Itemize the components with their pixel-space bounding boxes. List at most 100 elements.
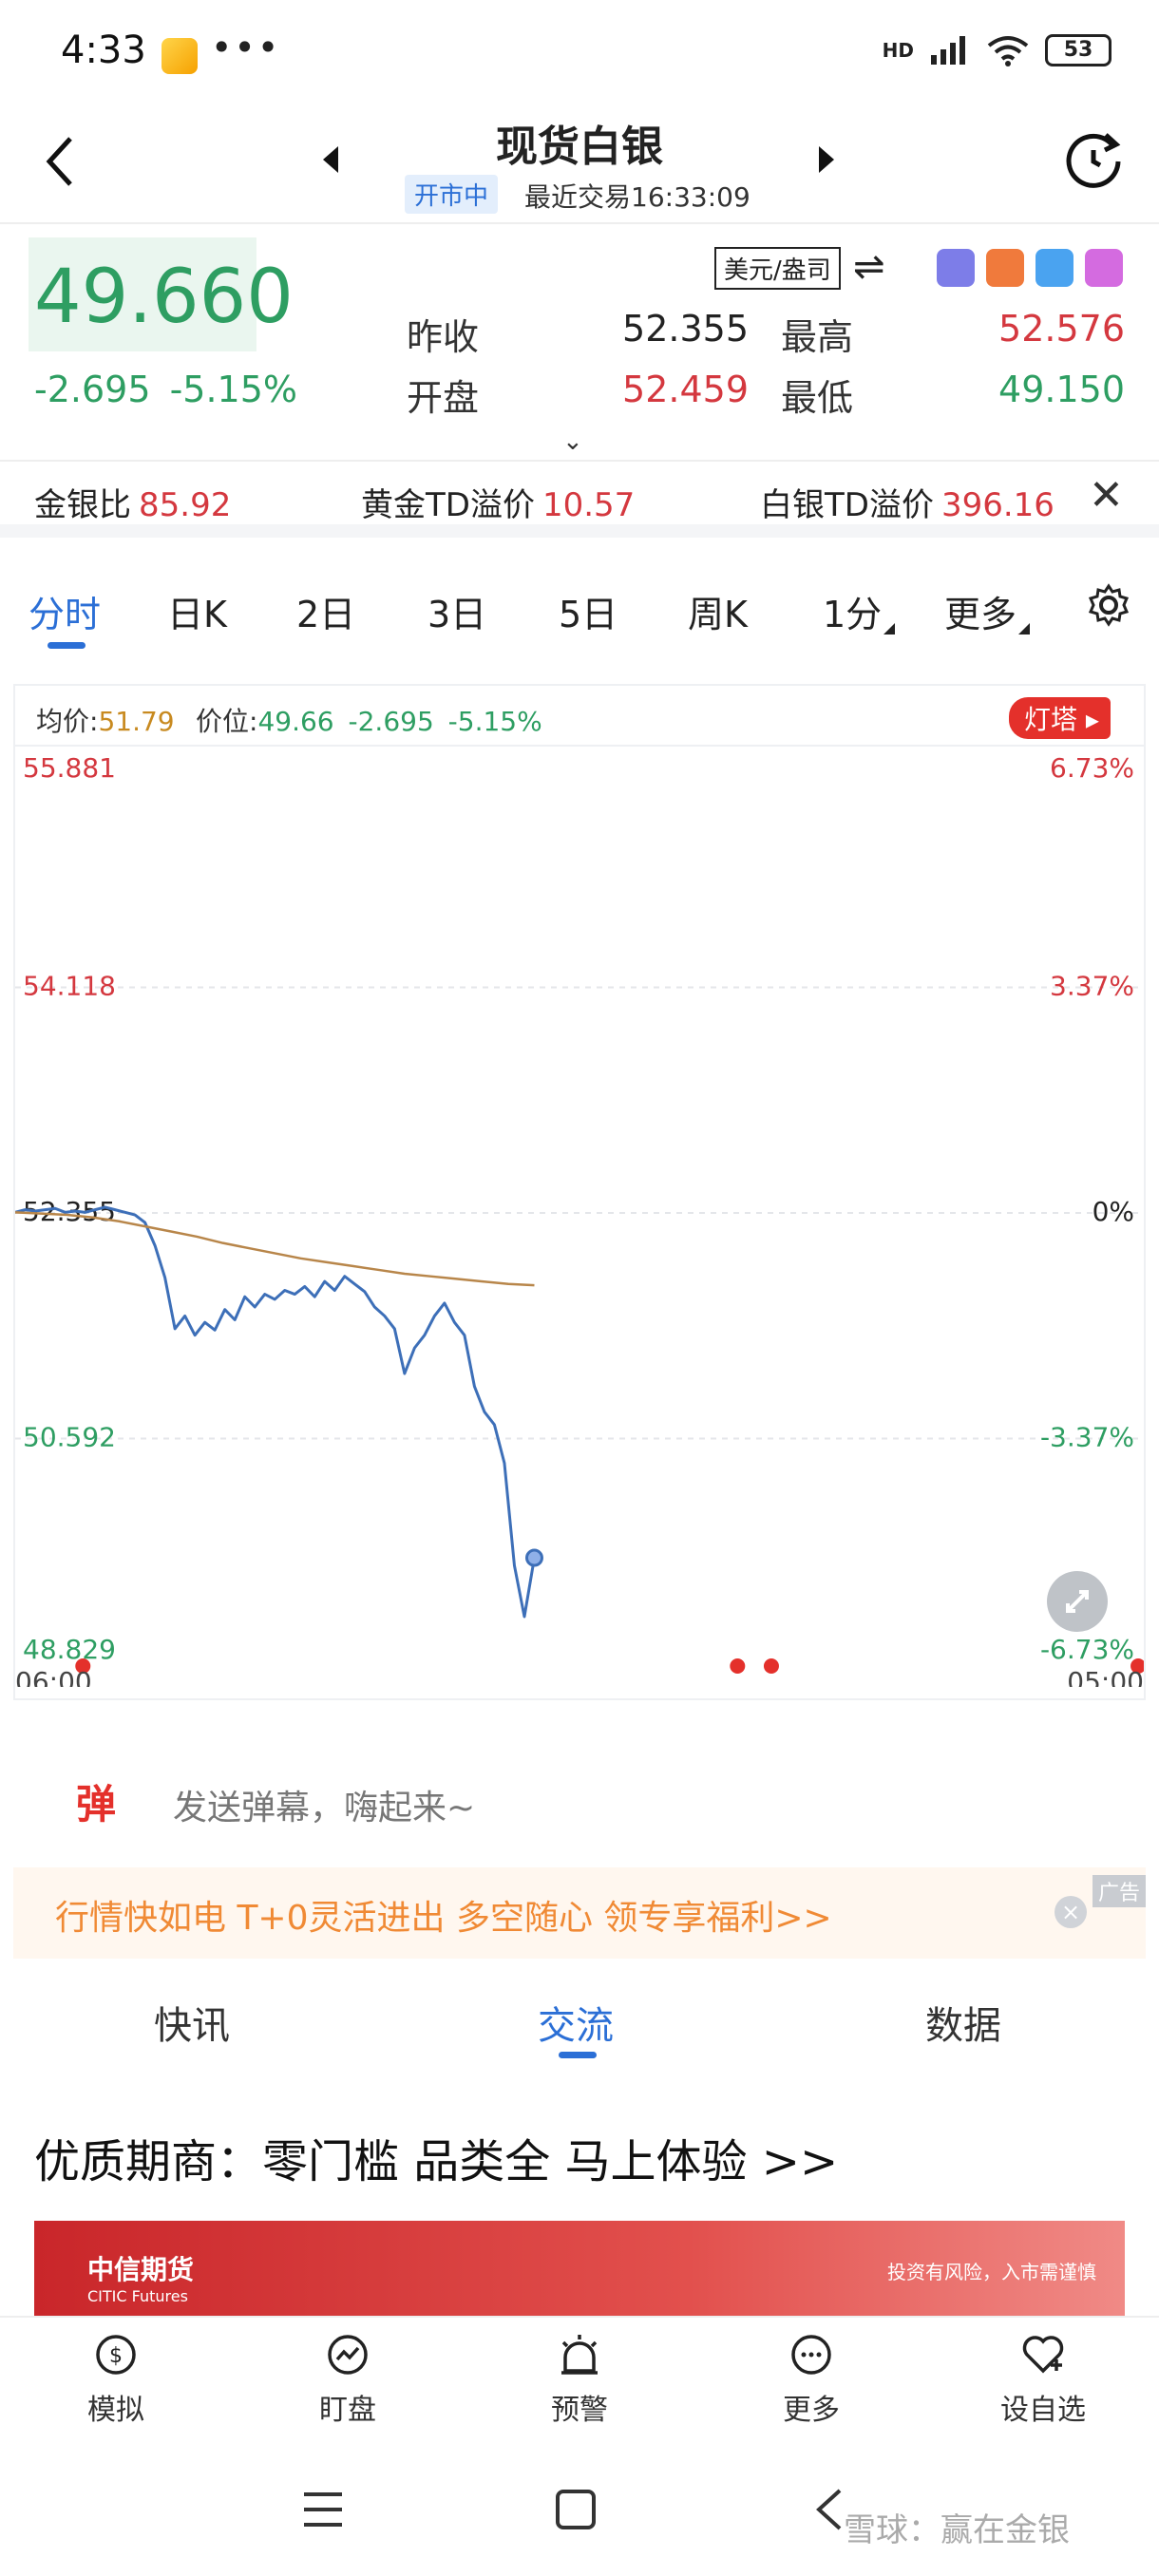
lighthouse-button[interactable]: 灯塔 ▸ — [1009, 697, 1111, 739]
active-tab-indicator — [48, 642, 86, 649]
ad-close-icon[interactable]: × — [1054, 1896, 1087, 1928]
risk-notice: 投资有风险，入市需谨慎 — [887, 2261, 1096, 2283]
tab-3day[interactable]: 3日 — [428, 585, 486, 637]
close-icon[interactable]: ✕ — [1089, 471, 1124, 520]
tab-news-flash[interactable]: 快讯 — [154, 1995, 230, 2050]
x-axis-end-label: 05:00 — [1067, 1666, 1144, 1687]
silver-td-label: 白银TD溢价 — [760, 486, 934, 524]
nav-add-watchlist[interactable]: 设自选 — [977, 2331, 1110, 2428]
tab-daily-k[interactable]: 日K — [167, 585, 227, 637]
refresh-icon[interactable] — [1062, 127, 1125, 190]
high-label: 最高 — [781, 316, 854, 358]
price-level-label: 价位: — [196, 706, 258, 737]
low-label: 最低 — [781, 377, 854, 419]
gear-icon[interactable] — [1087, 583, 1130, 627]
event-marker — [730, 1658, 746, 1674]
promo-banner[interactable]: 中信期货 CITIC Futures 投资有风险，入市需谨慎 — [34, 2221, 1125, 2316]
promo-heading[interactable]: 优质期商：零门槛 品类全 马上体验 >> — [34, 2124, 838, 2190]
header: 现货白银 开市中 最近交易16:33:09 — [0, 104, 1159, 224]
silver-td-value: 396.16 — [940, 486, 1054, 524]
high-value: 52.576 — [998, 308, 1125, 350]
market-status-badge: 开市中 — [405, 175, 499, 214]
nav-alert[interactable]: 预警 — [513, 2331, 646, 2428]
watermark: 雪球：赢在金银 — [844, 2511, 1070, 2549]
ad-banner[interactable]: 行情快如电 T+0灵活进出 多空随心 领专享福利>> 广告 × — [13, 1867, 1146, 1959]
prev-instrument-button[interactable] — [323, 146, 338, 173]
network-label: HD — [882, 39, 914, 62]
menu-icon[interactable] — [302, 2491, 344, 2529]
gold-td-label: 黄金TD溢价 — [361, 486, 535, 524]
dropdown-corner-icon — [884, 623, 895, 635]
gold-silver-label: 金银比 — [34, 486, 131, 524]
y-axis-pct-label: 3.37% — [1050, 971, 1134, 1002]
tab-intraday[interactable]: 分时 — [28, 585, 101, 637]
y-axis-tick-label: 50.592 — [23, 1422, 116, 1453]
home-icon[interactable] — [555, 2489, 597, 2530]
wifi-icon — [987, 36, 1029, 66]
event-marker — [763, 1658, 779, 1674]
more-notifications-icon: ••• — [211, 27, 281, 68]
nav-simulate[interactable]: $ 模拟 — [49, 2331, 182, 2428]
page-title: 现货白银 — [496, 123, 663, 171]
target-icon[interactable] — [1085, 249, 1123, 287]
calculator-icon[interactable] — [937, 249, 975, 287]
y-axis-pct-label: -3.37% — [1040, 1422, 1134, 1453]
active-tab-indicator — [559, 2052, 597, 2058]
unit-toggle-button[interactable]: 美元/盎司 — [714, 247, 841, 290]
dropdown-corner-icon — [1018, 623, 1030, 635]
gold-silver-value: 85.92 — [139, 486, 232, 524]
tab-discussion[interactable]: 交流 — [538, 1995, 614, 2050]
citic-logo: 中信期货 CITIC Futures — [87, 2254, 195, 2305]
prev-close-label: 昨收 — [407, 316, 480, 358]
last-trade-time: 最近交易16:33:09 — [524, 181, 750, 213]
more-icon — [791, 2335, 831, 2375]
notification-app-icon — [162, 38, 198, 74]
tab-more[interactable]: 更多 — [944, 585, 1016, 637]
back-nav-icon[interactable] — [813, 2487, 846, 2532]
price-chart-svg: 55.881 6.73%54.118 3.37%52.355 0%50.592 -3.3… — [15, 752, 1144, 1687]
price-change: -2.695 -5.15% — [34, 369, 298, 410]
system-nav-bar: 雪球：赢在金银 — [0, 2445, 1159, 2576]
ad-text[interactable]: 行情快如电 T+0灵活进出 多空随心 领专享福利>> — [55, 1890, 832, 1940]
open-label: 开盘 — [407, 377, 480, 419]
danmaku-bar[interactable]: 弹 发送弹幕，嗨起来~ — [38, 1757, 1121, 1848]
current-price-dot — [524, 1548, 543, 1567]
y-axis-tick-label: 55.881 — [23, 752, 116, 784]
period-tabs: 分时 日K 2日 3日 5日 周K 1分 更多 — [0, 551, 1159, 665]
y-axis-pct-label: 6.73% — [1050, 752, 1134, 784]
status-bar: 4:33 ••• HD 53 — [0, 0, 1159, 104]
expand-chevron-icon[interactable]: ⌄ — [562, 427, 583, 456]
price-level-value: 49.66 -2.695 -5.15% — [257, 706, 542, 737]
current-price: 49.660 — [34, 255, 294, 340]
y-axis-tick-label: 54.118 — [23, 971, 116, 1002]
tab-2day[interactable]: 2日 — [296, 585, 355, 637]
danmaku-icon: 弹 — [76, 1781, 117, 1828]
status-time: 4:33 — [61, 28, 146, 72]
alarm-icon — [561, 2335, 598, 2375]
content-tabs: 快讯 交流 数据 — [0, 1976, 1159, 2080]
intraday-chart[interactable]: 均价:51.79 价位:49.66 -2.695 -5.15% 灯塔 ▸ 55.… — [13, 684, 1146, 1700]
swap-icon[interactable]: ⇌ — [853, 245, 885, 289]
quote-panel: 49.660 -2.695 -5.15% 美元/盎司 ⇌ 昨收 52.355 最… — [0, 224, 1159, 462]
prev-close-value: 52.355 — [622, 308, 749, 350]
svg-text:$: $ — [109, 2344, 123, 2368]
x-axis-start-label: 06:00 — [15, 1666, 92, 1687]
nav-watch[interactable]: 盯盘 — [281, 2331, 414, 2428]
fullscreen-icon[interactable] — [1047, 1571, 1108, 1632]
tab-data[interactable]: 数据 — [925, 1995, 1001, 2050]
gold-td-value: 10.57 — [542, 486, 636, 524]
next-instrument-button[interactable] — [819, 146, 834, 173]
nav-more[interactable]: 更多 — [745, 2331, 878, 2428]
pie-chart-icon[interactable] — [1036, 249, 1074, 287]
heart-plus-icon — [1022, 2336, 1064, 2374]
simulate-icon: $ — [96, 2335, 136, 2375]
tab-weekly-k[interactable]: 周K — [688, 585, 748, 637]
battery-icon: 53 — [1045, 34, 1112, 66]
tab-1min[interactable]: 1分 — [823, 585, 882, 637]
avg-price-value: 51.79 — [98, 706, 175, 737]
watch-chart-icon — [328, 2335, 368, 2375]
danmaku-input[interactable]: 发送弹幕，嗨起来~ — [173, 1780, 475, 1829]
signal-icon — [931, 36, 965, 65]
tab-5day[interactable]: 5日 — [559, 585, 618, 637]
tool-t-icon[interactable] — [986, 249, 1024, 287]
